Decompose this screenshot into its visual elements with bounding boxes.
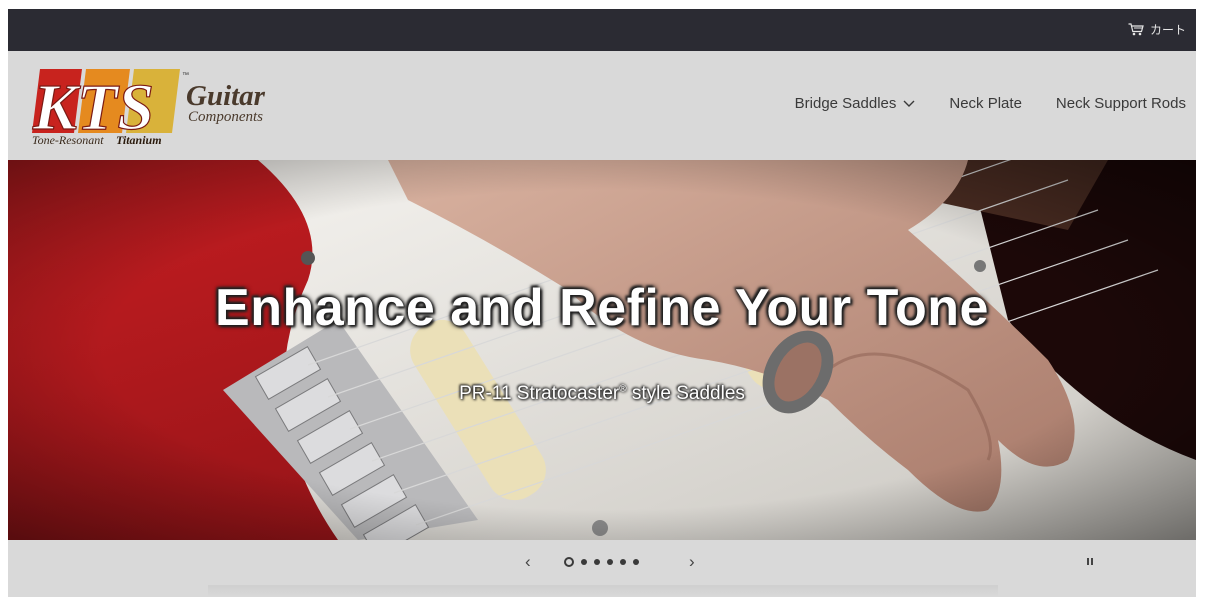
hero-subtitle-pre: PR-11 Stratocaster [459,383,620,404]
slide-dot-4[interactable] [607,559,613,565]
pause-button[interactable] [1087,558,1093,565]
nav-item-label: Neck Support Rods [1055,95,1186,112]
main-nav: Bridge Saddles Neck Plate Neck Support R… [795,95,1186,112]
kts-logo[interactable]: KTS ™ Guitar Components Tone-Resonant Ti… [30,67,290,147]
slide-dot-6[interactable] [633,559,639,565]
slide-dot-3[interactable] [594,559,600,565]
hero-subtitle: PR-11 Stratocaster® style Saddles [8,383,1196,405]
pause-icon-bar [1087,558,1089,565]
slide-dot-5[interactable] [620,559,626,565]
hero-image [8,160,1196,540]
slideshow-controls: ‹ › [8,540,1196,585]
hero-title: Enhance and Refine Your Tone [215,279,989,337]
slide-dots [564,557,639,567]
slide-dot-1[interactable] [564,557,574,567]
hero-subtitle-post: style Saddles [626,383,745,404]
section-shadow [208,585,998,597]
cart-label: カート [1149,23,1186,37]
next-slide-button[interactable]: › [689,552,695,572]
hero-slide[interactable]: Enhance and Refine Your Tone PR-11 Strat… [8,160,1196,540]
pause-icon-bar [1091,558,1093,565]
logo-tm: ™ [182,72,189,79]
logo-tagline-a: Tone-Resonant [32,133,104,145]
nav-item-bridge-saddles[interactable]: Bridge Saddles [795,95,916,112]
slide-dot-2[interactable] [581,559,587,565]
nav-item-neck-plate[interactable]: Neck Plate [949,95,1022,112]
chevron-down-icon [903,100,915,107]
nav-item-label: Neck Plate [949,95,1022,112]
previous-slide-button[interactable]: ‹ [525,552,531,572]
cart-link[interactable]: カート [1128,21,1186,38]
cart-icon [1128,23,1144,36]
nav-item-label: Bridge Saddles [794,95,897,112]
registered-mark: ® [619,383,627,395]
logo-components: Components [188,109,263,125]
nav-item-neck-support-rods[interactable]: Neck Support Rods [1056,95,1186,112]
logo-tagline-b: Titanium [116,133,162,145]
page-frame: カート KTS ™ Guitar Components Tone-Resonan… [8,9,1196,597]
logo-guitar: Guitar [186,80,266,112]
site-header: KTS ™ Guitar Components Tone-Resonant Ti… [8,51,1196,160]
top-bar: カート [8,9,1196,51]
